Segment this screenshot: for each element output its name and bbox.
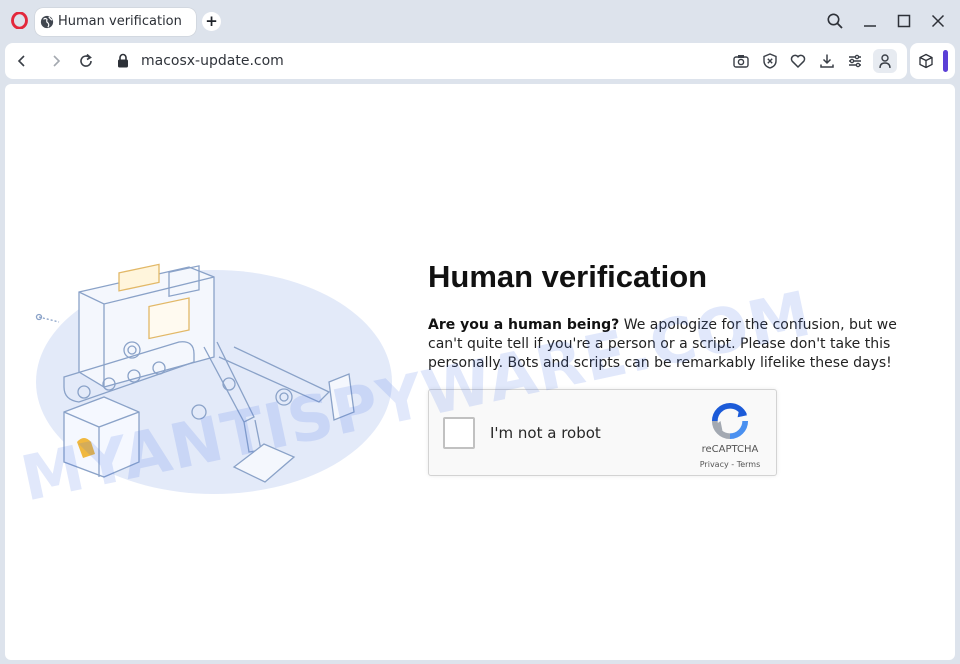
page-content: Human verification Are you a human being… (5, 84, 955, 660)
message-lead: Are you a human being? (428, 317, 620, 333)
address-toolbar: macosx-update.com (5, 43, 907, 79)
minimize-icon[interactable] (861, 12, 879, 30)
reload-icon[interactable] (77, 52, 95, 70)
profile-button[interactable] (873, 49, 897, 73)
cube-icon[interactable] (918, 53, 934, 69)
recaptcha-brand: reCAPTCHA (701, 444, 759, 455)
person-icon (879, 54, 891, 69)
not-a-robot-checkbox[interactable] (443, 417, 475, 449)
maximize-icon[interactable] (895, 12, 913, 30)
tab-human-verification[interactable]: Human verification (35, 8, 196, 36)
download-icon[interactable] (818, 52, 836, 70)
close-icon[interactable] (929, 12, 947, 30)
checkbox-label: I'm not a robot (490, 424, 601, 442)
heart-icon[interactable] (789, 52, 807, 70)
tab-strip: Human verification + (0, 0, 960, 42)
new-tab-button[interactable]: + (202, 12, 221, 31)
sliders-icon[interactable] (846, 52, 864, 70)
back-arrow-icon[interactable] (13, 52, 31, 70)
lock-icon[interactable] (117, 53, 129, 68)
sidebar-accent-bar (943, 50, 948, 72)
opera-logo-icon[interactable] (11, 12, 28, 29)
address-url[interactable]: macosx-update.com (141, 53, 284, 69)
search-icon[interactable] (826, 12, 844, 30)
verification-message: Are you a human being? We apologize for … (428, 316, 928, 373)
shield-x-icon[interactable] (761, 52, 779, 70)
recaptcha-privacy-terms-link[interactable]: Privacy - Terms (685, 460, 775, 469)
forward-arrow-icon[interactable] (47, 52, 65, 70)
tab-title: Human verification (58, 14, 182, 29)
recaptcha-widget: I'm not a robot reCAPTCHA Privacy - Term… (428, 389, 777, 476)
robot-illustration (35, 263, 392, 494)
page-title: Human verification (428, 259, 708, 294)
recaptcha-logo-icon (711, 402, 749, 440)
globe-icon (40, 15, 54, 29)
camera-icon[interactable] (732, 52, 750, 70)
side-panel-toggle[interactable] (910, 43, 955, 79)
